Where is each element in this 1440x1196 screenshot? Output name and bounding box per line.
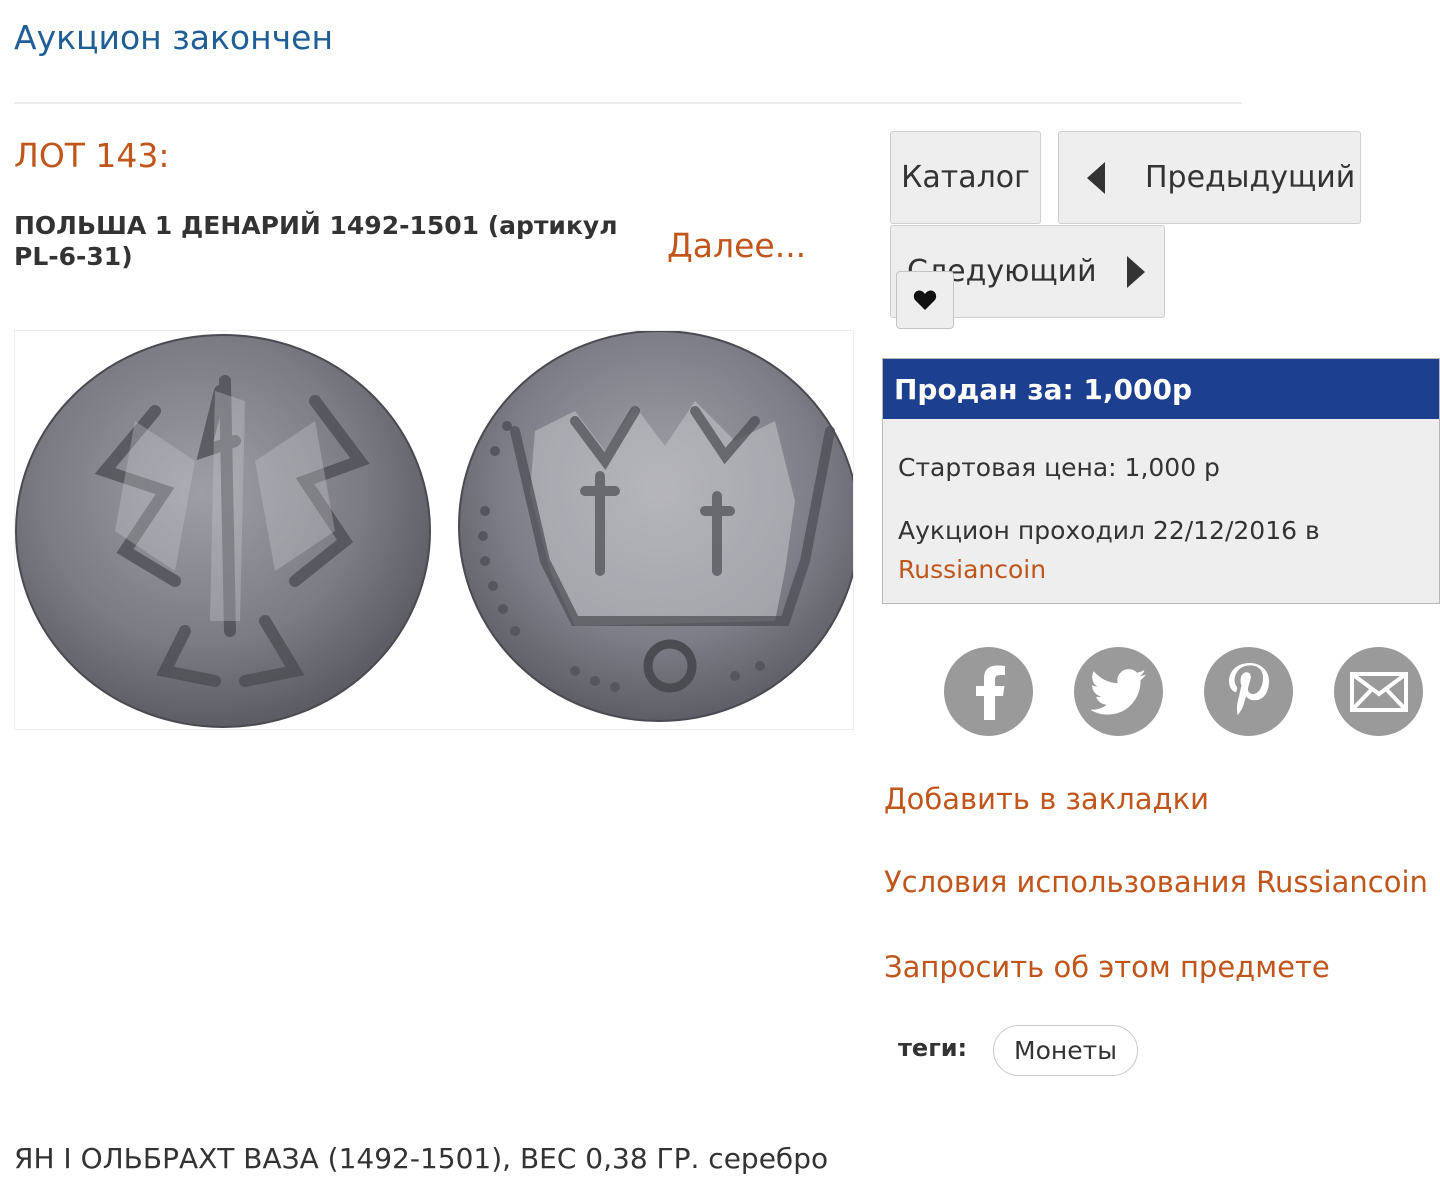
twitter-icon (1090, 668, 1146, 715)
auction-status-heading: Аукцион закончен (14, 18, 334, 57)
email-share-button[interactable] (1334, 647, 1423, 736)
sold-price: Продан за: 1,000р (883, 359, 1439, 419)
coin-obverse (15, 334, 431, 728)
lot-title: ПОЛЬША 1 ДЕНАРИЙ 1492-1501 (артикул PL-6… (14, 211, 618, 271)
start-price: Стартовая цена: 1,000 р (898, 453, 1220, 482)
facebook-share-button[interactable] (944, 647, 1033, 736)
tag-chip[interactable]: Монеты (993, 1025, 1138, 1076)
lot-number: ЛОТ 143: (14, 136, 170, 175)
coin-image[interactable] (14, 330, 854, 730)
auction-date: Аукцион проходил 22/12/2016 в (898, 516, 1320, 545)
chevron-left-icon (1087, 161, 1105, 194)
tags-label: теги: (898, 1034, 968, 1062)
pinterest-icon (1228, 662, 1269, 715)
inquire-link[interactable]: Запросить об этом предмете (884, 950, 1330, 984)
email-icon (1349, 671, 1408, 712)
terms-link[interactable]: Условия использования Russiancoin (884, 865, 1428, 899)
twitter-share-button[interactable] (1074, 647, 1163, 736)
header-divider (14, 102, 1242, 104)
chevron-right-icon (1126, 255, 1145, 288)
auction-house-link[interactable]: Russiancoin (898, 555, 1046, 584)
price-box: Продан за: 1,000р Стартовая цена: 1,000 … (882, 358, 1440, 604)
facebook-icon (975, 665, 1005, 720)
catalog-button[interactable]: Каталог (890, 131, 1041, 224)
coin-reverse (458, 331, 853, 722)
catalog-button-label: Каталог (901, 160, 1030, 195)
pinterest-share-button[interactable] (1204, 647, 1293, 736)
favorite-button[interactable] (896, 271, 954, 329)
previous-button[interactable]: Предыдущий (1058, 131, 1361, 224)
bookmark-link[interactable]: Добавить в закладки (884, 782, 1209, 816)
more-link[interactable]: Далее... (667, 226, 806, 265)
lot-description: ЯН I ОЛЬБРАХТ ВАЗА (1492-1501), ВЕС 0,38… (14, 1142, 829, 1175)
previous-button-label: Предыдущий (1145, 160, 1356, 195)
heart-icon (913, 290, 937, 310)
